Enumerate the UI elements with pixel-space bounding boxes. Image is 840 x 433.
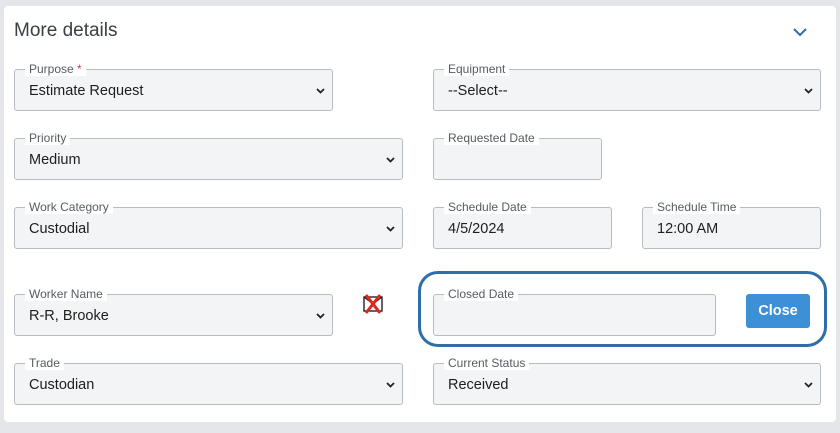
priority-label: Priority: [25, 132, 71, 145]
chevron-down-icon: [316, 313, 325, 319]
closed-date-label: Closed Date: [444, 288, 519, 301]
priority-value: Medium: [29, 151, 81, 168]
work-category-value: Custodial: [29, 220, 90, 237]
requested-date-input[interactable]: Requested Date: [433, 132, 602, 180]
equipment-value: --Select--: [448, 82, 508, 99]
chevron-down-icon: [386, 382, 395, 388]
delete-x-icon[interactable]: [362, 294, 384, 314]
equipment-select[interactable]: Equipment --Select--: [433, 63, 821, 111]
trade-select[interactable]: Trade Custodian: [14, 357, 403, 405]
purpose-label: Purpose *: [25, 63, 86, 76]
chevron-down-icon: [804, 382, 813, 388]
schedule-date-label: Schedule Date: [444, 201, 531, 214]
schedule-date-value: 4/5/2024: [448, 220, 505, 237]
chevron-down-icon: [386, 226, 395, 232]
work-category-label: Work Category: [25, 201, 113, 214]
schedule-time-label: Schedule Time: [653, 201, 741, 214]
priority-select[interactable]: Priority Medium: [14, 132, 403, 180]
purpose-select[interactable]: Purpose * Estimate Request: [14, 63, 333, 111]
current-status-select[interactable]: Current Status Received: [433, 357, 821, 405]
requested-date-label: Requested Date: [444, 132, 539, 145]
chevron-down-icon[interactable]: [792, 26, 808, 38]
purpose-value: Estimate Request: [29, 82, 144, 99]
close-button[interactable]: Close: [746, 294, 810, 328]
chevron-down-icon: [316, 88, 325, 94]
schedule-time-value: 12:00 AM: [657, 220, 719, 237]
worker-name-select[interactable]: Worker Name R-R, Brooke: [14, 288, 333, 336]
schedule-time-input[interactable]: Schedule Time 12:00 AM: [642, 201, 821, 249]
closed-date-input[interactable]: Closed Date: [433, 288, 716, 336]
worker-name-label: Worker Name: [25, 288, 107, 301]
trade-label: Trade: [25, 357, 64, 370]
current-status-value: Received: [448, 376, 509, 393]
work-category-select[interactable]: Work Category Custodial: [14, 201, 403, 249]
equipment-label: Equipment: [444, 63, 510, 76]
trade-value: Custodian: [29, 376, 95, 393]
required-mark: *: [77, 62, 82, 76]
chevron-down-icon: [804, 88, 813, 94]
current-status-label: Current Status: [444, 357, 530, 370]
chevron-down-icon: [386, 157, 395, 163]
worker-name-value: R-R, Brooke: [29, 307, 109, 324]
schedule-date-input[interactable]: Schedule Date 4/5/2024: [433, 201, 612, 249]
section-title: More details: [14, 20, 118, 41]
